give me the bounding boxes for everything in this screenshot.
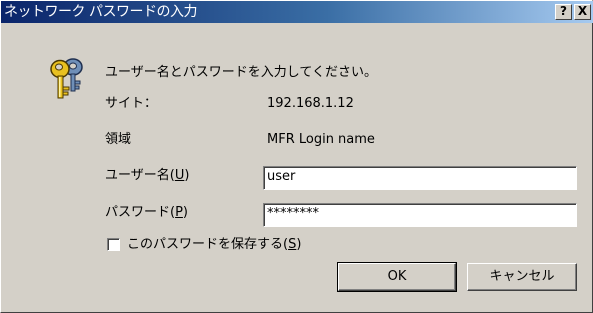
save-password-checkbox[interactable]: [107, 238, 120, 251]
password-label: パスワード(P): [105, 205, 188, 221]
instruction-message: ユーザー名とパスワードを入力してください。: [105, 65, 377, 80]
window-title: ネットワーク パスワードの入力: [4, 4, 197, 20]
realm-label: 領域: [105, 132, 132, 147]
cancel-button[interactable]: キャンセル: [467, 263, 577, 291]
username-mnemonic: U: [174, 168, 185, 183]
save-password-label-end: ): [296, 237, 302, 252]
realm-value: MFR Login name: [267, 132, 375, 147]
ok-button[interactable]: OK: [337, 262, 457, 292]
password-input[interactable]: ********: [263, 203, 577, 227]
site-value: 192.168.1.12: [267, 96, 354, 111]
keys-icon: [50, 58, 83, 99]
help-button[interactable]: ?: [555, 4, 572, 20]
title-bar[interactable]: ネットワーク パスワードの入力 ? X: [1, 1, 593, 23]
username-label-end: ): [184, 168, 190, 183]
password-label-end: ): [182, 205, 188, 220]
key-front-icon: [50, 59, 70, 99]
close-button[interactable]: X: [574, 4, 591, 20]
username-label-text: ユーザー名(: [105, 168, 175, 183]
site-label: サイト：: [105, 96, 158, 111]
password-dialog: ネットワーク パスワードの入力 ? X ユーザー名とパスワードを入力してください…: [0, 0, 593, 313]
save-password-label-text: このパスワードを保存する(: [127, 237, 289, 252]
username-input[interactable]: user: [263, 166, 577, 190]
username-label: ユーザー名(U): [105, 168, 189, 184]
password-mnemonic: P: [175, 205, 183, 220]
save-password-label[interactable]: このパスワードを保存する(S): [127, 237, 301, 253]
password-label-text: パスワード(: [105, 205, 176, 220]
